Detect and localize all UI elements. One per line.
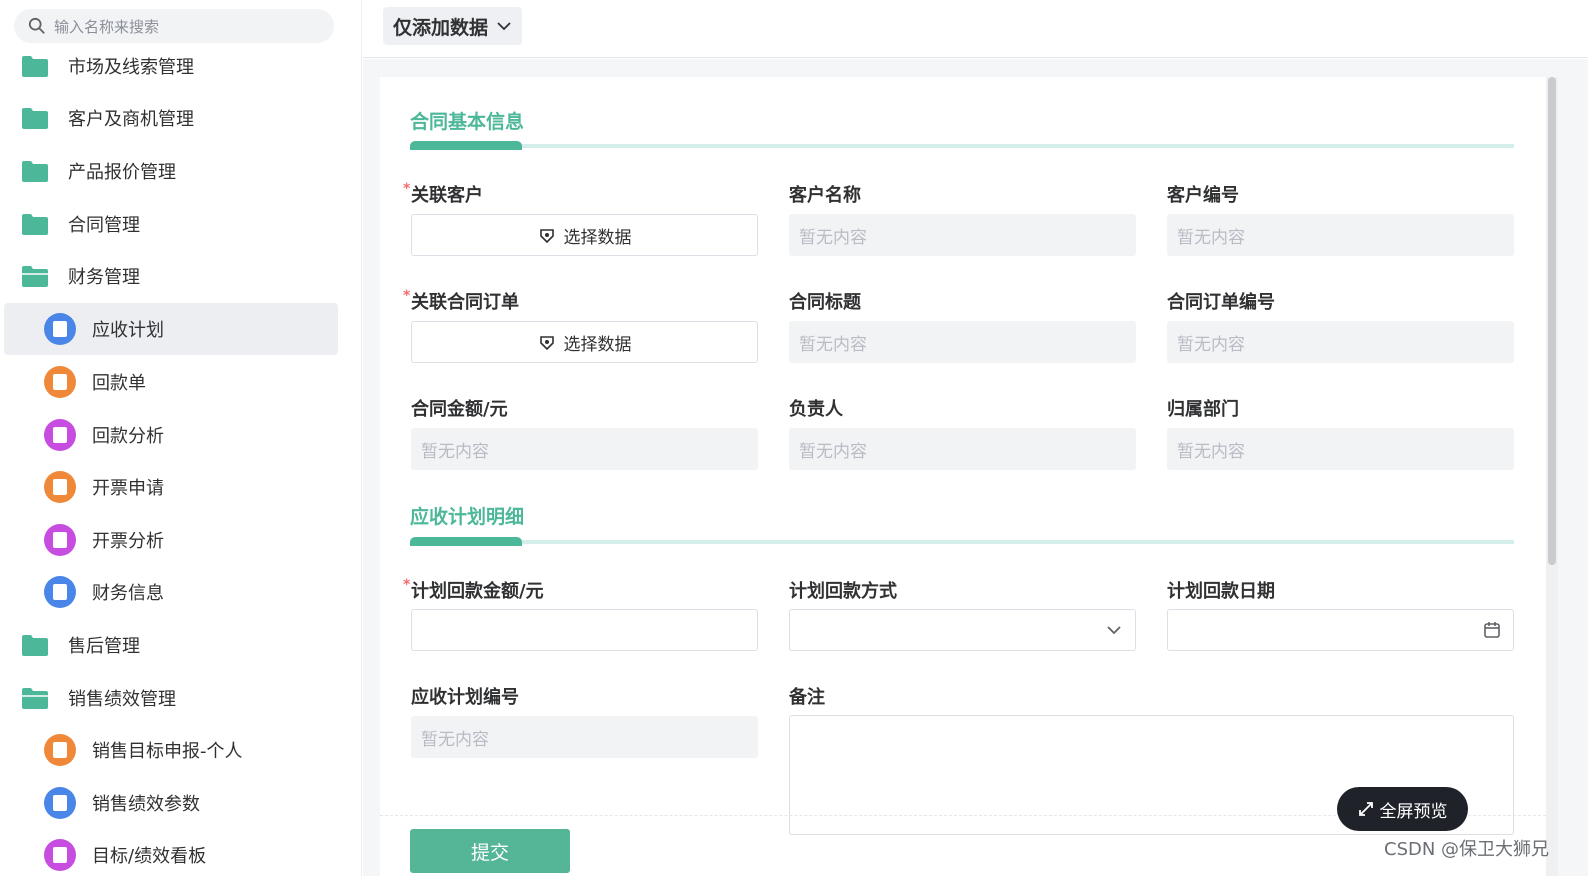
sidebar-item-label: 销售绩效管理 [68,689,176,710]
search-icon [28,17,45,34]
select-data-icon [539,229,554,244]
sidebar-item-label: 财务信息 [92,583,164,604]
label-plan-no: 应收计划编号 [411,687,519,708]
field-plan-no: 暂无内容 [411,716,758,758]
sidebar-item-label: 市场及线索管理 [68,57,194,78]
section-title-plan: 应收计划明细 [410,506,525,528]
sidebar-item-invoice-request[interactable]: 开票申请 [4,461,338,513]
select-customer-button[interactable]: 选择数据 [411,214,758,256]
sidebar: 输入名称来搜索 市场及线索管理 客户及商机管理 产品报价管理 合同管理 财务管理… [0,0,362,876]
label-department: 归属部门 [1167,399,1239,420]
chart-icon [44,839,76,871]
sidebar-item-label: 开票申请 [92,478,164,499]
sidebar-item-finance-info[interactable]: 财务信息 [4,566,338,618]
select-data-icon [539,336,554,351]
sidebar-folder-sales-performance[interactable]: 销售绩效管理 [4,672,338,724]
date-plan[interactable] [1167,609,1514,651]
label-plan-date: 计划回款日期 [1167,581,1275,602]
sidebar-item-label: 目标/绩效看板 [92,846,207,867]
sidebar-item-payment-analysis[interactable]: 回款分析 [4,409,338,461]
sidebar-item-sales-target[interactable]: 销售目标申报-个人 [4,724,338,776]
sidebar-item-label: 开票分析 [92,531,164,552]
submit-button[interactable]: 提交 [410,829,570,873]
sidebar-item-label: 产品报价管理 [68,162,176,183]
folder-open-icon [22,266,48,287]
sidebar-folder-market[interactable]: 市场及线索管理 [4,40,338,92]
fullscreen-preview-button[interactable]: 全屏预览 [1337,787,1468,831]
chevron-down-icon [1107,626,1121,635]
form-card: 合同基本信息 * 关联客户 选择数据 客户名称 暂无内容 客户编号 暂无内容 * 关… [380,77,1546,876]
label-plan-method: 计划回款方式 [789,581,897,602]
sidebar-item-label: 销售绩效参数 [92,794,200,815]
label-order-no: 合同订单编号 [1167,292,1275,313]
sidebar-item-receivable-plan[interactable]: 应收计划 [4,303,338,355]
sidebar-item-payment-receipt[interactable]: 回款单 [4,356,338,408]
sidebar-folder-contract[interactable]: 合同管理 [4,198,338,250]
chevron-down-icon [497,22,511,31]
sidebar-item-label: 回款分析 [92,426,164,447]
field-contract-title: 暂无内容 [789,321,1136,363]
mode-dropdown[interactable]: 仅添加数据 [383,7,523,45]
folder-icon [22,214,48,235]
sidebar-item-invoice-analysis[interactable]: 开票分析 [4,514,338,566]
expand-icon [1358,802,1373,816]
label-contract-title: 合同标题 [789,292,861,313]
folder-open-icon [22,688,48,709]
field-amount: 暂无内容 [411,428,758,470]
form-icon [44,734,76,766]
field-department: 暂无内容 [1167,428,1514,470]
input-plan-amount[interactable] [411,609,758,651]
mode-label: 仅添加数据 [393,16,489,39]
folder-icon [22,56,48,77]
folder-icon [22,161,48,182]
sidebar-item-label: 客户及商机管理 [68,109,194,130]
label-customer: * 关联客户 [403,181,483,206]
section-title-basic: 合同基本信息 [410,111,525,133]
field-owner: 暂无内容 [789,428,1136,470]
chart-icon [44,524,76,556]
field-customer-no: 暂无内容 [1167,214,1514,256]
select-plan-method[interactable] [789,609,1136,651]
label-plan-amount: * 计划回款金额/元 [403,577,544,602]
select-order-button[interactable]: 选择数据 [411,321,758,363]
label-customer-no: 客户编号 [1167,185,1239,206]
sidebar-item-sales-params[interactable]: 销售绩效参数 [4,777,338,829]
watermark: CSDN @保卫大狮兄 [1384,839,1550,860]
sidebar-folder-customer[interactable]: 客户及商机管理 [4,92,338,144]
sidebar-folder-product[interactable]: 产品报价管理 [4,145,338,197]
form-icon [44,471,76,503]
sidebar-item-label: 售后管理 [68,636,140,657]
sidebar-folder-after-sales[interactable]: 售后管理 [4,619,338,671]
section-divider [410,141,1514,150]
folder-icon [22,635,48,656]
topbar: 仅添加数据 [363,0,1588,58]
folder-icon [22,108,48,129]
sidebar-item-target-dashboard[interactable]: 目标/绩效看板 [4,829,338,876]
section-divider [410,537,1514,546]
field-order-no: 暂无内容 [1167,321,1514,363]
sidebar-item-label: 销售目标申报-个人 [92,741,243,762]
search-placeholder: 输入名称来搜索 [54,17,160,36]
scrollbar[interactable] [1546,77,1558,876]
search-input[interactable]: 输入名称来搜索 [14,9,334,43]
label-order: * 关联合同订单 [403,288,519,313]
label-amount: 合同金额/元 [411,399,508,420]
document-icon [44,787,76,819]
sidebar-item-label: 财务管理 [68,267,140,288]
document-icon [44,366,76,398]
sidebar-item-label: 应收计划 [92,320,164,341]
calendar-icon [1484,622,1500,638]
sidebar-item-label: 合同管理 [68,215,140,236]
sidebar-item-label: 回款单 [92,373,146,394]
sidebar-folder-finance[interactable]: 财务管理 [4,250,338,302]
tag-icon [44,576,76,608]
field-customer-name: 暂无内容 [789,214,1136,256]
label-remark: 备注 [789,687,825,708]
label-customer-name: 客户名称 [789,185,861,206]
chart-icon [44,419,76,451]
form-icon [44,313,76,345]
label-owner: 负责人 [789,399,843,420]
